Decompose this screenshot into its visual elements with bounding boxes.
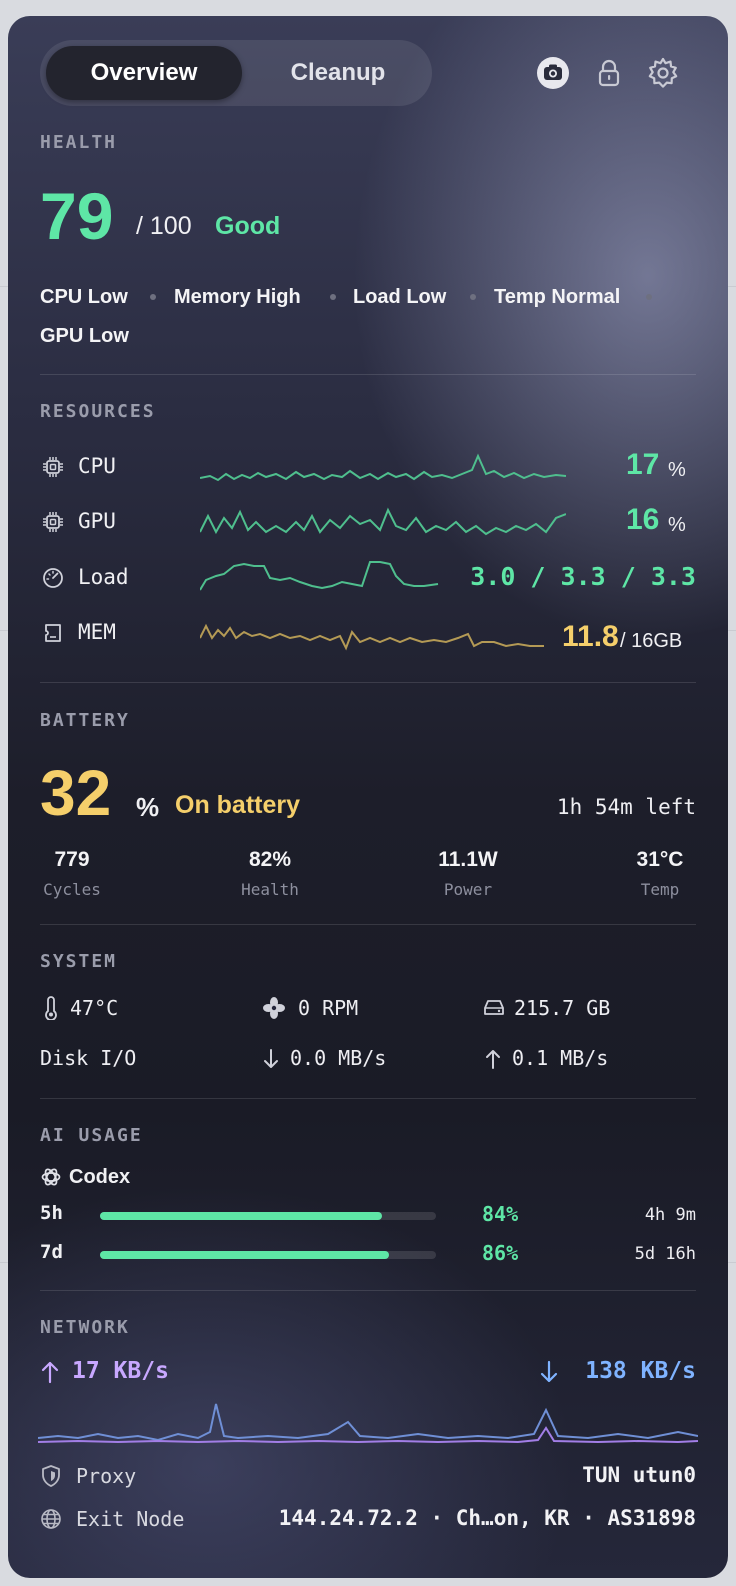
network-download: 138 KB/s <box>585 1358 696 1384</box>
load-label: Load <box>78 565 129 589</box>
battery-remaining: 1h 54m left <box>556 795 696 819</box>
shield-icon <box>42 1465 60 1487</box>
ai-window-label: 5h <box>40 1202 63 1224</box>
battery-cycles-label: Cycles <box>43 880 101 899</box>
fan-icon <box>263 997 285 1019</box>
cpu-label: CPU <box>78 454 116 478</box>
chip-separator <box>646 294 652 300</box>
health-chip-memory: Memory High <box>174 286 301 308</box>
battery-health-label: Health <box>241 880 299 899</box>
globe-icon <box>41 1509 61 1529</box>
ai-usage-percent: 86% <box>482 1241 519 1265</box>
battery-power-value: 11.1W <box>438 848 498 871</box>
ai-usage-percent: 84% <box>482 1202 519 1226</box>
cpu-sparkline <box>200 453 566 482</box>
ai-window-label: 7d <box>40 1241 63 1263</box>
codex-icon <box>41 1168 61 1186</box>
gpu-unit: % <box>668 514 686 536</box>
divider <box>40 374 696 375</box>
load-sparkline <box>200 561 439 591</box>
ai-usage-bar <box>100 1212 436 1220</box>
gpu-sparkline <box>200 507 566 536</box>
divider <box>40 682 696 683</box>
ai-usage-bar-fill <box>100 1212 383 1220</box>
exit-node-value: 144.24.72.2 · Ch…on, KR · AS31898 <box>278 1506 696 1530</box>
upload-arrow-icon <box>41 1361 59 1384</box>
system-section-title: SYSTEM <box>40 951 118 972</box>
disk-write: 0.1 MB/s <box>512 1046 609 1070</box>
tab-overview[interactable]: Overview <box>46 46 242 100</box>
gear-icon[interactable] <box>646 56 680 90</box>
ai-usage-section-title: AI USAGE <box>40 1125 143 1146</box>
gpu-value: 16 <box>626 503 660 536</box>
tab-bar: Overview Cleanup <box>40 40 432 106</box>
battery-temp-value: 31°C <box>636 848 684 871</box>
battery-percent: 32 <box>40 757 112 829</box>
gauge-icon <box>43 568 63 588</box>
proxy-label: Proxy <box>76 1464 137 1488</box>
gpu-label: GPU <box>78 509 116 533</box>
system-monitor-panel: Overview Cleanup HEALTH 79 / 100 Good CP… <box>8 16 728 1578</box>
chip-separator <box>330 294 336 300</box>
resources-section-title: RESOURCES <box>40 401 156 422</box>
lock-icon[interactable] <box>592 56 626 90</box>
disk-free: 215.7 GB <box>514 996 611 1020</box>
tab-cleanup[interactable]: Cleanup <box>250 46 426 100</box>
health-chip-temp: Temp Normal <box>494 286 621 308</box>
battery-cycles-value: 779 <box>54 848 90 871</box>
health-chip-cpu: CPU Low <box>40 286 128 308</box>
health-section-title: HEALTH <box>40 132 118 153</box>
proxy-value: TUN utun0 <box>582 1463 696 1487</box>
cpu-value: 17 <box>626 448 660 481</box>
load-value: 3.0 / 3.3 / 3.3 <box>470 562 696 591</box>
ai-usage-reset: 4h 9m <box>644 1205 696 1225</box>
ai-usage-reset: 5d 16h <box>634 1244 696 1264</box>
arrow-down-icon <box>264 1049 278 1068</box>
mem-label: MEM <box>78 620 116 644</box>
arrow-up-icon <box>486 1050 500 1069</box>
network-upload: 17 KB/s <box>72 1358 169 1384</box>
mem-sparkline <box>200 623 544 651</box>
chip-separator <box>470 294 476 300</box>
battery-state: On battery <box>175 791 301 819</box>
divider <box>40 1290 696 1291</box>
health-chip-load: Load Low <box>353 286 447 308</box>
camera-icon[interactable] <box>536 56 570 90</box>
ai-provider: Codex <box>69 1166 131 1188</box>
battery-section-title: BATTERY <box>40 710 130 731</box>
gpu-chip-icon <box>43 512 63 532</box>
disk-io-label: Disk I/O <box>40 1046 137 1070</box>
network-sparkline <box>38 1403 698 1444</box>
chip-separator <box>150 294 156 300</box>
cpu-unit: % <box>668 459 686 481</box>
battery-health-value: 82% <box>248 848 292 871</box>
health-status: Good <box>215 212 281 240</box>
ai-usage-bar-fill <box>100 1251 389 1259</box>
ai-usage-bar <box>100 1251 436 1259</box>
disk-read: 0.0 MB/s <box>290 1046 387 1070</box>
health-score: 79 <box>40 179 114 253</box>
disk-icon <box>484 1000 504 1015</box>
mem-total: / 16GB <box>620 630 683 652</box>
battery-power-label: Power <box>443 880 493 899</box>
system-temp: 47°C <box>70 996 119 1020</box>
divider <box>40 924 696 925</box>
thermometer-icon <box>45 996 57 1020</box>
battery-temp-label: Temp <box>640 880 680 899</box>
mem-value: 11.8 <box>562 620 619 653</box>
divider <box>40 1098 696 1099</box>
battery-unit: % <box>136 792 160 822</box>
health-max: / 100 <box>136 212 192 240</box>
fan-speed: 0 RPM <box>298 996 359 1020</box>
health-chip-gpu: GPU Low <box>40 325 129 347</box>
network-section-title: NETWORK <box>40 1317 130 1338</box>
download-arrow-icon <box>540 1360 558 1383</box>
cpu-chip-icon <box>43 457 63 477</box>
exit-node-label: Exit Node <box>76 1507 185 1531</box>
memory-icon <box>45 624 61 642</box>
